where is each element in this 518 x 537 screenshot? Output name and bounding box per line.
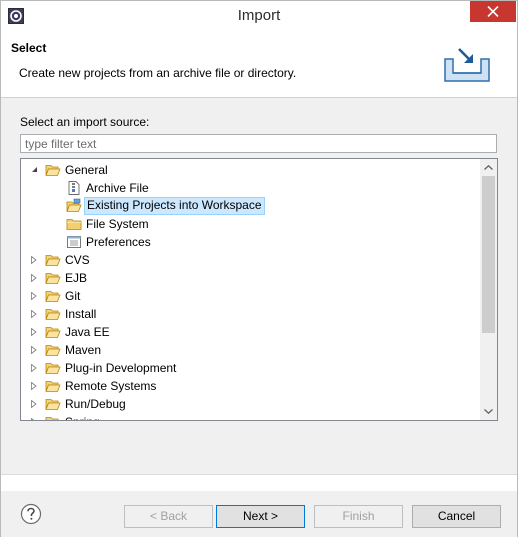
collapsed-arrow-icon[interactable] bbox=[30, 305, 40, 323]
preferences-icon bbox=[66, 234, 82, 250]
tree-item-label: Existing Projects into Workspace bbox=[84, 197, 265, 215]
close-button[interactable] bbox=[470, 1, 516, 22]
tree-item[interactable]: File System bbox=[21, 215, 481, 233]
tree-item[interactable]: Archive File bbox=[21, 179, 481, 197]
tree-item-label: CVS bbox=[65, 253, 90, 267]
folder-open-icon bbox=[45, 342, 61, 358]
collapsed-arrow-icon[interactable] bbox=[30, 323, 40, 341]
folder-open-icon bbox=[45, 270, 61, 286]
collapsed-arrow-icon[interactable] bbox=[30, 395, 40, 413]
tree-item[interactable]: Spring bbox=[21, 413, 481, 420]
collapsed-arrow-icon[interactable] bbox=[30, 251, 40, 269]
tree-item[interactable]: Preferences bbox=[21, 233, 481, 251]
tree-item[interactable]: Maven bbox=[21, 341, 481, 359]
tree-item-label: Java EE bbox=[65, 325, 110, 339]
tree-item-label: Spring bbox=[63, 414, 102, 420]
collapsed-arrow-icon[interactable] bbox=[30, 287, 40, 305]
button-bar: < Back Next > Finish Cancel bbox=[1, 491, 517, 537]
page-title: Select bbox=[11, 41, 47, 55]
tree-item-label: General bbox=[65, 163, 108, 177]
scroll-down-button[interactable] bbox=[480, 403, 497, 420]
tree-item-label: Maven bbox=[65, 343, 102, 357]
import-wizard-icon bbox=[444, 48, 490, 82]
back-button[interactable]: < Back bbox=[124, 505, 213, 528]
scroll-up-button[interactable] bbox=[480, 159, 497, 176]
folder-open-icon bbox=[45, 252, 61, 268]
folder-open-icon bbox=[45, 396, 61, 412]
content-area: Select an import source: General Archive … bbox=[1, 98, 517, 474]
collapsed-arrow-icon[interactable] bbox=[30, 341, 40, 359]
tree-item[interactable]: Remote Systems bbox=[21, 377, 481, 395]
help-icon[interactable] bbox=[20, 503, 42, 525]
folder-open-icon bbox=[45, 306, 61, 322]
tree-item[interactable]: Java EE bbox=[21, 323, 481, 341]
tree-list: General Archive File Existing Projects int… bbox=[21, 161, 481, 420]
tree-item-label: Remote Systems bbox=[65, 379, 157, 393]
tree-scrollbar[interactable] bbox=[480, 159, 497, 420]
collapsed-arrow-icon[interactable] bbox=[30, 269, 40, 287]
next-button[interactable]: Next > bbox=[216, 505, 305, 528]
folder-open-icon bbox=[45, 360, 61, 376]
scroll-thumb[interactable] bbox=[482, 176, 495, 333]
wizard-banner: Select Create new projects from an archi… bbox=[1, 31, 517, 98]
folder-open-icon bbox=[45, 414, 61, 420]
title-bar[interactable]: Import bbox=[1, 1, 517, 31]
chevron-up-icon bbox=[484, 165, 493, 170]
page-description: Create new projects from an archive file… bbox=[19, 66, 297, 80]
tree-item[interactable]: Install bbox=[21, 305, 481, 323]
tree-item-label: Plug-in Development bbox=[65, 361, 177, 375]
window-title: Import bbox=[237, 7, 281, 24]
tree-item-label: Preferences bbox=[86, 235, 151, 249]
tree-item-label: Archive File bbox=[86, 181, 149, 195]
import-source-tree[interactable]: General Archive File Existing Projects int… bbox=[20, 158, 498, 421]
collapsed-arrow-icon[interactable] bbox=[30, 413, 40, 420]
cancel-button[interactable]: Cancel bbox=[412, 505, 501, 528]
finish-button[interactable]: Finish bbox=[314, 505, 403, 528]
folder-open-icon bbox=[45, 324, 61, 340]
tree-item[interactable]: Run/Debug bbox=[21, 395, 481, 413]
tree-item[interactable]: Plug-in Development bbox=[21, 359, 481, 377]
close-icon bbox=[487, 6, 499, 17]
tree-item-label: Git bbox=[65, 289, 81, 303]
folder-open-icon bbox=[45, 378, 61, 394]
tree-item-label: Install bbox=[65, 307, 97, 321]
tree-item-label: EJB bbox=[65, 271, 88, 285]
tree-item[interactable]: General bbox=[21, 161, 481, 179]
folder-open-icon bbox=[45, 162, 61, 178]
footer-divider bbox=[1, 474, 517, 475]
chevron-down-icon bbox=[484, 409, 493, 414]
archive-file-icon bbox=[66, 180, 82, 196]
tree-item[interactable]: EJB bbox=[21, 269, 481, 287]
tree-item[interactable]: Git bbox=[21, 287, 481, 305]
folder-icon bbox=[66, 216, 82, 232]
tree-item[interactable]: CVS bbox=[21, 251, 481, 269]
tree-item[interactable]: Existing Projects into Workspace bbox=[21, 197, 481, 215]
filter-input[interactable] bbox=[20, 134, 497, 153]
tree-item-label: Run/Debug bbox=[65, 397, 126, 411]
projects-folder-icon bbox=[66, 198, 82, 214]
import-source-label: Select an import source: bbox=[20, 115, 150, 129]
folder-open-icon bbox=[45, 288, 61, 304]
collapsed-arrow-icon[interactable] bbox=[30, 359, 40, 377]
tree-item-label: File System bbox=[86, 217, 149, 231]
expanded-arrow-icon[interactable] bbox=[30, 161, 40, 179]
collapsed-arrow-icon[interactable] bbox=[30, 377, 40, 395]
import-dialog: Import Select Create new projects from a… bbox=[0, 0, 518, 537]
